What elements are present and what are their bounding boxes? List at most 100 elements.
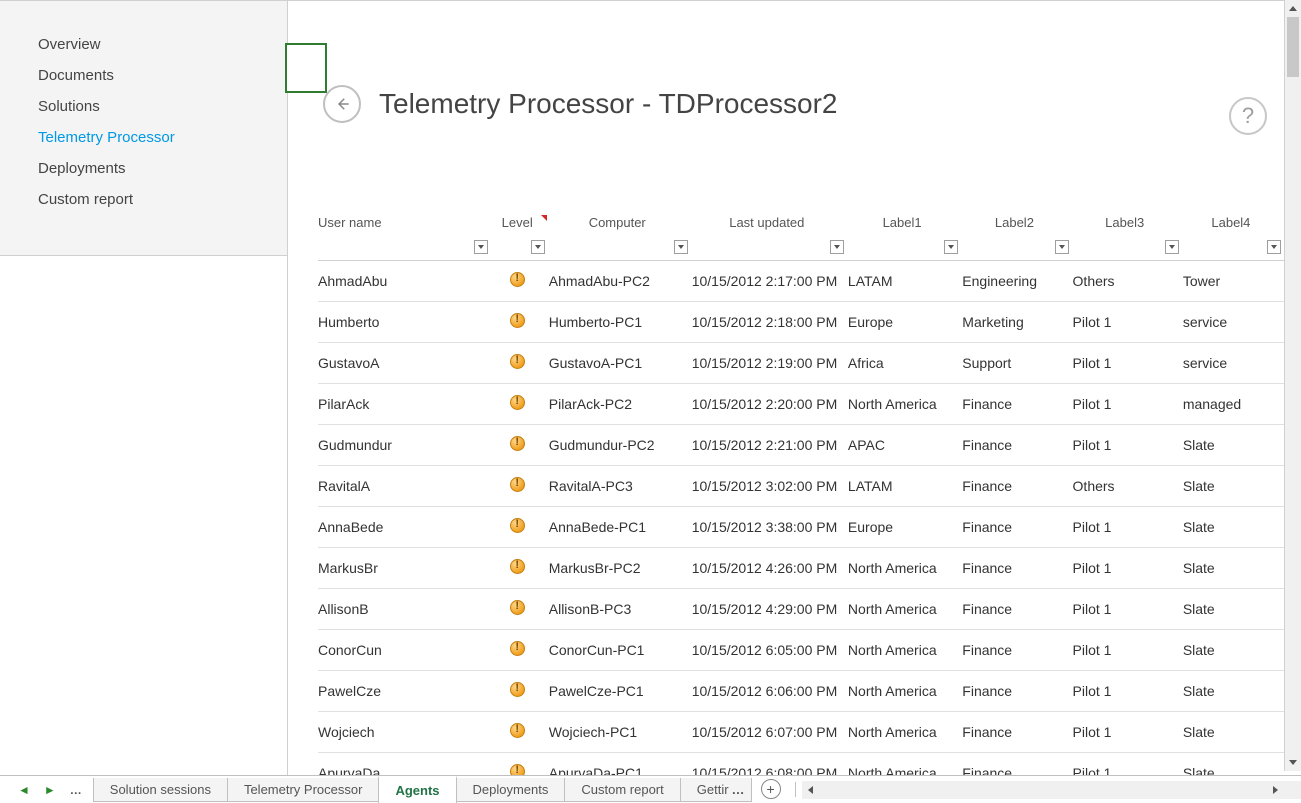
main-area: Overview Documents Solutions Telemetry P… <box>0 0 1301 775</box>
tab-deployments[interactable]: Deployments <box>456 778 566 802</box>
cell-label1: North America <box>848 753 962 776</box>
sidebar-item-deployments[interactable]: Deployments <box>0 153 287 184</box>
cell-user: PawelCze <box>318 671 492 712</box>
cell-label3: Pilot 1 <box>1073 343 1183 384</box>
cell-last-updated: 10/15/2012 4:26:00 PM <box>692 548 848 589</box>
tab-telemetry-processor[interactable]: Telemetry Processor <box>227 778 379 802</box>
tab-nav-more-icon[interactable]: … <box>70 783 83 797</box>
tab-scroll-right-icon[interactable]: ► <box>44 783 56 797</box>
table-row[interactable]: MarkusBrMarkusBr-PC210/15/2012 4:26:00 P… <box>318 548 1285 589</box>
back-button[interactable] <box>323 85 361 123</box>
col-header-last-updated[interactable]: Last updated <box>692 201 848 261</box>
cell-label4: Slate <box>1183 630 1285 671</box>
warning-icon <box>510 559 525 574</box>
cell-label1: Europe <box>848 302 962 343</box>
filter-dropdown-icon[interactable] <box>1055 240 1069 254</box>
cell-label3: Others <box>1073 261 1183 302</box>
arrow-left-icon <box>333 95 351 113</box>
cell-computer: PilarAck-PC2 <box>549 384 692 425</box>
table-row[interactable]: AnnaBedeAnnaBede-PC110/15/2012 3:38:00 P… <box>318 507 1285 548</box>
vertical-scrollbar[interactable] <box>1284 0 1301 771</box>
table-row[interactable]: WojciechWojciech-PC110/15/2012 6:07:00 P… <box>318 712 1285 753</box>
col-header-label: Label1 <box>883 215 922 230</box>
cell-last-updated: 10/15/2012 2:19:00 PM <box>692 343 848 384</box>
filter-dropdown-icon[interactable] <box>1165 240 1179 254</box>
filter-dropdown-icon[interactable] <box>1267 240 1281 254</box>
cell-level <box>492 343 549 384</box>
col-header-label3[interactable]: Label3 <box>1073 201 1183 261</box>
cell-label2: Finance <box>962 589 1072 630</box>
scroll-down-icon[interactable] <box>1285 754 1301 771</box>
table-container: User name Level Computer Last updated La… <box>318 201 1285 775</box>
col-header-label: Last updated <box>729 215 804 230</box>
cell-label3: Pilot 1 <box>1073 630 1183 671</box>
sidebar-item-telemetry-processor[interactable]: Telemetry Processor <box>0 122 287 153</box>
cell-computer: Humberto-PC1 <box>549 302 692 343</box>
table-row[interactable]: PilarAckPilarAck-PC210/15/2012 2:20:00 P… <box>318 384 1285 425</box>
filter-dropdown-icon[interactable] <box>944 240 958 254</box>
cell-label1: North America <box>848 589 962 630</box>
tab-getting-started[interactable]: Gettir… <box>680 778 752 802</box>
table-row[interactable]: HumbertoHumberto-PC110/15/2012 2:18:00 P… <box>318 302 1285 343</box>
col-header-label4[interactable]: Label4 <box>1183 201 1285 261</box>
cell-label3: Pilot 1 <box>1073 589 1183 630</box>
tab-solution-sessions[interactable]: Solution sessions <box>93 778 228 802</box>
scroll-left-icon[interactable] <box>802 781 819 799</box>
cell-level <box>492 466 549 507</box>
question-mark-icon: ? <box>1242 103 1254 129</box>
sidebar-item-overview[interactable]: Overview <box>0 29 287 60</box>
col-header-label: Label3 <box>1105 215 1144 230</box>
warning-icon <box>510 682 525 697</box>
cell-last-updated: 10/15/2012 6:08:00 PM <box>692 753 848 776</box>
table-row[interactable]: ApurvaDaApurvaDa-PC110/15/2012 6:08:00 P… <box>318 753 1285 776</box>
cell-last-updated: 10/15/2012 2:20:00 PM <box>692 384 848 425</box>
cell-last-updated: 10/15/2012 2:18:00 PM <box>692 302 848 343</box>
col-header-label: Computer <box>589 215 646 230</box>
table-row[interactable]: GudmundurGudmundur-PC210/15/2012 2:21:00… <box>318 425 1285 466</box>
table-row[interactable]: AhmadAbuAhmadAbu-PC210/15/2012 2:17:00 P… <box>318 261 1285 302</box>
sidebar-item-custom-report[interactable]: Custom report <box>0 184 287 215</box>
table-row[interactable]: AllisonBAllisonB-PC310/15/2012 4:29:00 P… <box>318 589 1285 630</box>
table-row[interactable]: GustavoAGustavoA-PC110/15/2012 2:19:00 P… <box>318 343 1285 384</box>
scroll-up-icon[interactable] <box>1285 0 1301 17</box>
tab-custom-report[interactable]: Custom report <box>564 778 680 802</box>
table-row[interactable]: PawelCzePawelCze-PC110/15/2012 6:06:00 P… <box>318 671 1285 712</box>
col-header-computer[interactable]: Computer <box>549 201 692 261</box>
cell-label3: Pilot 1 <box>1073 712 1183 753</box>
sheet-tabs: Solution sessions Telemetry Processor Ag… <box>93 776 751 803</box>
table-row[interactable]: ConorCunConorCun-PC110/15/2012 6:05:00 P… <box>318 630 1285 671</box>
cell-label1: North America <box>848 630 962 671</box>
new-sheet-button[interactable]: + <box>761 779 781 799</box>
selected-cell-outline[interactable] <box>285 43 327 93</box>
cell-level <box>492 425 549 466</box>
col-header-user[interactable]: User name <box>318 201 492 261</box>
cell-label3: Pilot 1 <box>1073 548 1183 589</box>
scroll-right-icon[interactable] <box>1267 781 1284 799</box>
help-button[interactable]: ? <box>1229 97 1267 135</box>
sidebar-item-solutions[interactable]: Solutions <box>0 91 287 122</box>
cell-label4: Slate <box>1183 753 1285 776</box>
col-header-label1[interactable]: Label1 <box>848 201 962 261</box>
cell-user: AhmadAbu <box>318 261 492 302</box>
col-header-label2[interactable]: Label2 <box>962 201 1072 261</box>
table-row[interactable]: RavitalARavitalA-PC310/15/2012 3:02:00 P… <box>318 466 1285 507</box>
tab-scroll-left-icon[interactable]: ◄ <box>18 783 30 797</box>
horizontal-scrollbar[interactable] <box>802 781 1284 799</box>
filter-dropdown-icon[interactable] <box>674 240 688 254</box>
cell-label1: APAC <box>848 425 962 466</box>
scroll-thumb[interactable] <box>1287 17 1299 77</box>
cell-label3: Pilot 1 <box>1073 425 1183 466</box>
filter-dropdown-icon[interactable] <box>474 240 488 254</box>
sidebar-item-documents[interactable]: Documents <box>0 60 287 91</box>
cell-label4: service <box>1183 302 1285 343</box>
col-header-level[interactable]: Level <box>492 201 549 261</box>
tab-agents[interactable]: Agents <box>378 776 456 803</box>
agents-table: User name Level Computer Last updated La… <box>318 201 1285 775</box>
table-header-row: User name Level Computer Last updated La… <box>318 201 1285 261</box>
filter-dropdown-icon[interactable] <box>830 240 844 254</box>
cell-label1: North America <box>848 384 962 425</box>
filter-dropdown-icon[interactable] <box>531 240 545 254</box>
content-pane: Telemetry Processor - TDProcessor2 ? Use… <box>288 1 1301 775</box>
sidebar-container: Overview Documents Solutions Telemetry P… <box>0 1 288 775</box>
cell-level <box>492 589 549 630</box>
